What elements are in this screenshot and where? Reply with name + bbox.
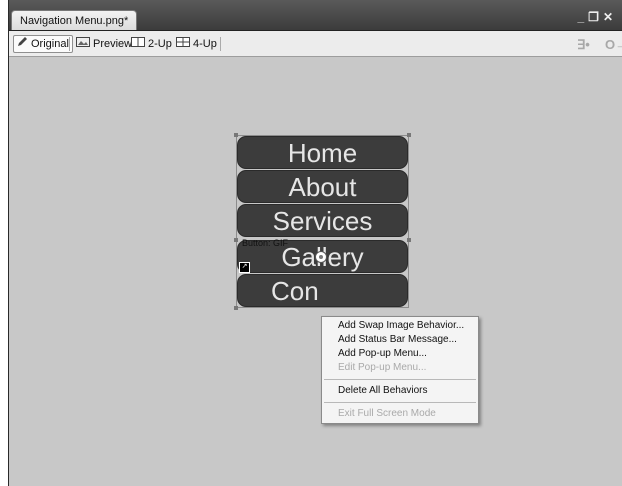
- tab-preview[interactable]: Preview: [73, 35, 135, 53]
- slice-link-icon[interactable]: ↗: [239, 262, 250, 273]
- tab-4-up[interactable]: 4-Up: [173, 35, 220, 53]
- context-menu: Add Swap Image Behavior... Add Status Ba…: [321, 316, 479, 424]
- nav-button-home[interactable]: Home: [237, 136, 408, 169]
- menu-item-edit-popup-menu: Edit Pop-up Menu...: [338, 362, 427, 373]
- zoom-icon[interactable]: O→: [605, 37, 622, 52]
- selection-handle[interactable]: [234, 238, 238, 242]
- close-icon[interactable]: ✕: [603, 10, 617, 24]
- two-up-icon: [131, 35, 145, 53]
- four-up-icon: [176, 35, 190, 53]
- selection-handle[interactable]: [407, 133, 411, 137]
- nav-button-about[interactable]: About: [237, 170, 408, 203]
- document-window: Navigation Menu.png* _❐✕ Original Previe…: [8, 0, 622, 486]
- document-tab-label: Navigation Menu.png*: [20, 15, 129, 27]
- selection-handle[interactable]: [407, 238, 411, 242]
- menu-item-add-status-bar-message[interactable]: Add Status Bar Message...: [322, 333, 478, 347]
- toolbar-divider: [220, 37, 221, 51]
- toolbar-divider: [69, 37, 70, 51]
- nav-button-services[interactable]: Services: [237, 204, 408, 237]
- selection-handle[interactable]: [234, 306, 238, 310]
- menu-item-add-swap-image[interactable]: Add Swap Image Behavior...: [322, 319, 478, 333]
- document-tab[interactable]: Navigation Menu.png*: [11, 10, 138, 30]
- restore-icon[interactable]: ❐: [588, 10, 603, 24]
- tab-2-up-label: 2-Up: [148, 38, 172, 50]
- view-toolbar: Original Preview 2-Up 4-Up ∃• O→: [9, 31, 622, 57]
- tab-2-up[interactable]: 2-Up: [128, 35, 175, 53]
- preview-icon: [76, 35, 90, 53]
- nav-button-contact[interactable]: Con: [237, 274, 408, 307]
- selection-handle[interactable]: [234, 133, 238, 137]
- menu-item-exit-full-screen: Exit Full Screen Mode: [338, 408, 436, 419]
- menu-item-delete-all-behaviors[interactable]: Delete All Behaviors: [322, 384, 478, 398]
- window-controls: _❐✕: [577, 10, 617, 24]
- document-title-bar: Navigation Menu.png* _❐✕: [9, 0, 622, 31]
- slice-tool-icon[interactable]: ∃•: [577, 37, 590, 53]
- slice-label: Button: GIF: [242, 238, 289, 248]
- menu-separator: [324, 402, 476, 403]
- tab-4-up-label: 4-Up: [193, 38, 217, 50]
- tab-original[interactable]: Original: [13, 35, 73, 53]
- behavior-target-icon[interactable]: [315, 251, 327, 263]
- menu-item-add-popup-menu[interactable]: Add Pop-up Menu...: [322, 347, 478, 361]
- tab-preview-label: Preview: [93, 38, 133, 50]
- minimize-icon[interactable]: _: [577, 10, 588, 24]
- tab-original-label: Original: [31, 38, 69, 50]
- menu-separator: [324, 379, 476, 380]
- pencil-icon: [17, 35, 28, 53]
